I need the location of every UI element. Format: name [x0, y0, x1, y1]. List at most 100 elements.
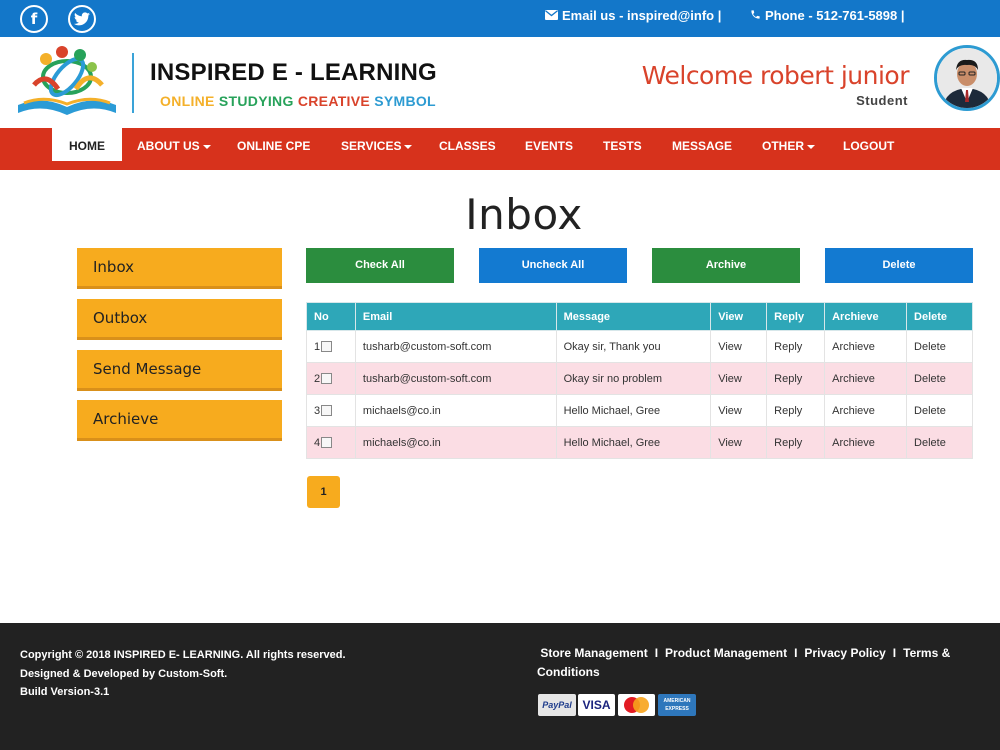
sidebar-item-send-message[interactable]: Send Message — [77, 350, 282, 391]
mastercard-icon — [618, 694, 655, 716]
nav-other[interactable]: OTHER — [762, 128, 815, 170]
sidebar-item-archieve[interactable]: Archieve — [77, 400, 282, 441]
footer-link-privacy-policy[interactable]: Privacy Policy — [804, 646, 885, 660]
welcome-text: Welcome robert junior — [641, 61, 910, 90]
email-cell: michaels@co.in — [354, 394, 557, 427]
pagination-page-1[interactable]: 1 — [307, 476, 340, 508]
archieve-link[interactable]: Archieve — [824, 330, 908, 363]
tagline-part: ONLINE — [160, 93, 215, 109]
message-cell: Hello Michael, Gree — [555, 394, 712, 427]
footer-link-product-management[interactable]: Product Management — [665, 646, 787, 660]
top-bar: f Email us - inspired@info | Phone - 512… — [0, 0, 1000, 37]
row-checkbox[interactable] — [321, 341, 333, 353]
nav-online-cpe[interactable]: ONLINE CPE — [237, 128, 310, 170]
row-number-cell: 3 — [306, 394, 356, 427]
delete-link[interactable]: Delete — [906, 394, 973, 427]
delete-link[interactable]: Delete — [906, 362, 973, 395]
archieve-link[interactable]: Archieve — [824, 426, 908, 459]
email-cell: tusharb@custom-soft.com — [354, 362, 557, 395]
avatar[interactable] — [934, 45, 1000, 111]
row-number: 1 — [314, 340, 321, 353]
footer-separator: I — [892, 646, 897, 660]
row-checkbox[interactable] — [321, 405, 333, 417]
delete-link[interactable]: Delete — [906, 330, 973, 363]
designed-by-text: Designed & Developed by Custom-Soft. — [20, 667, 228, 680]
nav-classes[interactable]: CLASSES — [439, 128, 496, 170]
logo-divider — [132, 53, 134, 113]
tagline-part: SYMBOL — [374, 93, 436, 109]
row-checkbox[interactable] — [321, 373, 333, 385]
delete-link[interactable]: Delete — [906, 426, 973, 459]
check-all-button[interactable]: Check All — [306, 248, 454, 283]
view-link[interactable]: View — [710, 330, 768, 363]
caret-down-icon — [807, 144, 815, 149]
amex-icon: AMERICAN EXPRESS — [658, 694, 696, 716]
site-footer: Copyright © 2018 INSPIRED E- LEARNING. A… — [0, 623, 1000, 750]
twitter-icon[interactable] — [68, 5, 96, 33]
contact-phone[interactable]: Phone - 512-761-5898 | — [750, 8, 904, 23]
view-link[interactable]: View — [710, 394, 768, 427]
table-row: 3 michaels@co.in Hello Michael, Gree Vie… — [306, 394, 973, 427]
nav-tests[interactable]: TESTS — [603, 128, 642, 170]
caret-down-icon — [404, 144, 413, 149]
archive-button[interactable]: Archive — [652, 248, 800, 283]
reply-link[interactable]: Reply — [766, 394, 826, 427]
sidebar-item-outbox[interactable]: Outbox — [77, 299, 282, 340]
main-nav: HOME ABOUT US ONLINE CPE SERVICES CLASSE… — [0, 128, 1000, 170]
user-role: Student — [856, 93, 908, 108]
uncheck-all-button[interactable]: Uncheck All — [479, 248, 627, 283]
nav-events[interactable]: EVENTS — [525, 128, 573, 170]
logo-icon[interactable] — [16, 45, 118, 117]
footer-info: Copyright © 2018 INSPIRED E- LEARNING. A… — [20, 646, 346, 702]
delete-button[interactable]: Delete — [825, 248, 973, 283]
brand-tagline: ONLINE STUDYING CREATIVE SYMBOL — [160, 93, 436, 109]
view-link[interactable]: View — [710, 426, 768, 459]
nav-about-us[interactable]: ABOUT US — [137, 128, 211, 170]
build-version-text: Build Version-3.1 — [20, 686, 110, 698]
facebook-icon[interactable]: f — [20, 5, 48, 33]
column-header-view: View — [710, 302, 768, 331]
table-header-row: No Email Message View Reply Archieve Del… — [306, 302, 973, 331]
email-cell: michaels@co.in — [354, 426, 557, 459]
copyright-text: Copyright © 2018 INSPIRED E- LEARNING. A… — [20, 649, 346, 661]
archieve-link[interactable]: Archieve — [824, 362, 908, 395]
row-number-cell: 1 — [306, 330, 356, 363]
row-number: 2 — [314, 372, 321, 385]
footer-link-store-management[interactable]: Store Management — [540, 646, 647, 660]
email-cell: tusharb@custom-soft.com — [354, 330, 557, 363]
sidebar-item-inbox[interactable]: Inbox — [77, 248, 282, 289]
reply-link[interactable]: Reply — [766, 362, 826, 395]
footer-separator: I — [654, 646, 659, 660]
nav-logout[interactable]: LOGOUT — [843, 128, 894, 170]
table-row: 4 michaels@co.in Hello Michael, Gree Vie… — [306, 426, 973, 459]
view-link[interactable]: View — [710, 362, 768, 395]
paypal-icon: PayPal — [538, 694, 576, 716]
nav-label: SERVICES — [341, 139, 402, 153]
caret-down-icon — [202, 144, 211, 149]
table-row: 1 tusharb@custom-soft.com Okay sir, Than… — [306, 330, 973, 363]
email-text: Email us - inspired@info | — [562, 8, 722, 23]
nav-services[interactable]: SERVICES — [341, 128, 413, 170]
page-title: Inbox — [465, 190, 583, 239]
column-header-reply: Reply — [766, 302, 826, 331]
row-checkbox[interactable] — [321, 437, 333, 449]
mastercard-logo — [624, 697, 649, 713]
message-cell: Okay sir no problem — [555, 362, 712, 395]
row-number: 3 — [314, 404, 321, 417]
archieve-link[interactable]: Archieve — [824, 394, 908, 427]
row-number-cell: 4 — [306, 426, 356, 459]
brand-title: INSPIRED E - LEARNING — [150, 59, 437, 86]
nav-label: OTHER — [762, 139, 804, 153]
reply-link[interactable]: Reply — [766, 426, 826, 459]
nav-home[interactable]: HOME — [52, 128, 122, 164]
tagline-part: STUDYING — [218, 93, 294, 109]
contact-email[interactable]: Email us - inspired@info | — [545, 8, 721, 23]
phone-icon — [750, 8, 761, 23]
reply-link[interactable]: Reply — [766, 330, 826, 363]
footer-links: Store Management I Product Management I Priv… — [537, 644, 987, 682]
message-cell: Okay sir, Thank you — [555, 330, 712, 363]
column-header-archieve: Archieve — [824, 302, 908, 331]
site-header: INSPIRED E - LEARNING ONLINE STUDYING CR… — [0, 37, 1000, 128]
inbox-table: No Email Message View Reply Archieve Del… — [306, 302, 973, 459]
nav-message[interactable]: MESSAGE — [672, 128, 732, 170]
